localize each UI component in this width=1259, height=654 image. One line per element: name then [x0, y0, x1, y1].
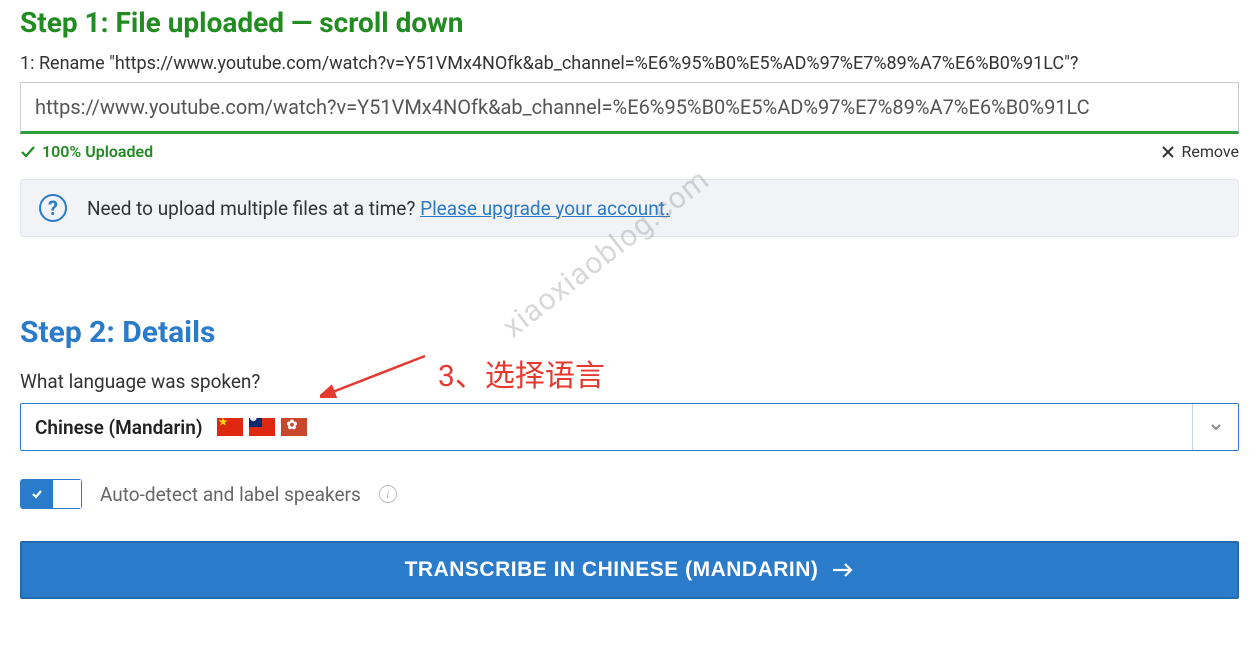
rename-url-input[interactable]: [20, 82, 1239, 134]
upgrade-banner: ? Need to upload multiple files at a tim…: [20, 179, 1239, 237]
help-icon: ?: [39, 194, 67, 222]
upload-status-text: 100% Uploaded: [42, 142, 153, 161]
check-icon: [30, 487, 44, 501]
flag-hongkong-icon: [281, 418, 307, 436]
check-icon: [20, 144, 36, 160]
language-dropdown-toggle[interactable]: [1192, 404, 1238, 450]
remove-label: Remove: [1181, 142, 1239, 161]
language-question: What language was spoken?: [20, 370, 1239, 393]
remove-button[interactable]: Remove: [1161, 142, 1239, 161]
auto-detect-label: Auto-detect and label speakers: [100, 483, 361, 506]
rename-label: 1: Rename "https://www.youtube.com/watch…: [20, 53, 1239, 74]
selected-language: Chinese (Mandarin): [35, 416, 203, 439]
auto-detect-toggle[interactable]: [20, 479, 82, 509]
upgrade-link[interactable]: Please upgrade your account.: [420, 197, 670, 220]
close-icon: [1161, 145, 1175, 159]
language-select[interactable]: Chinese (Mandarin): [20, 403, 1239, 451]
arrow-right-icon: [832, 562, 854, 578]
flag-taiwan-icon: [249, 418, 275, 436]
language-flags: [217, 418, 307, 436]
step1-title: Step 1: File uploaded — scroll down: [20, 6, 1239, 39]
banner-message: Need to upload multiple files at a time?: [87, 197, 420, 220]
banner-text: Need to upload multiple files at a time?…: [87, 197, 670, 220]
step2-title: Step 2: Details: [20, 315, 1239, 350]
upload-status: 100% Uploaded: [20, 142, 153, 161]
chevron-down-icon: [1209, 420, 1223, 434]
info-icon[interactable]: i: [379, 485, 397, 503]
transcribe-button-label: TRANSCRIBE IN CHINESE (MANDARIN): [405, 558, 819, 582]
transcribe-button[interactable]: TRANSCRIBE IN CHINESE (MANDARIN): [20, 541, 1239, 599]
flag-china-icon: [217, 418, 243, 436]
